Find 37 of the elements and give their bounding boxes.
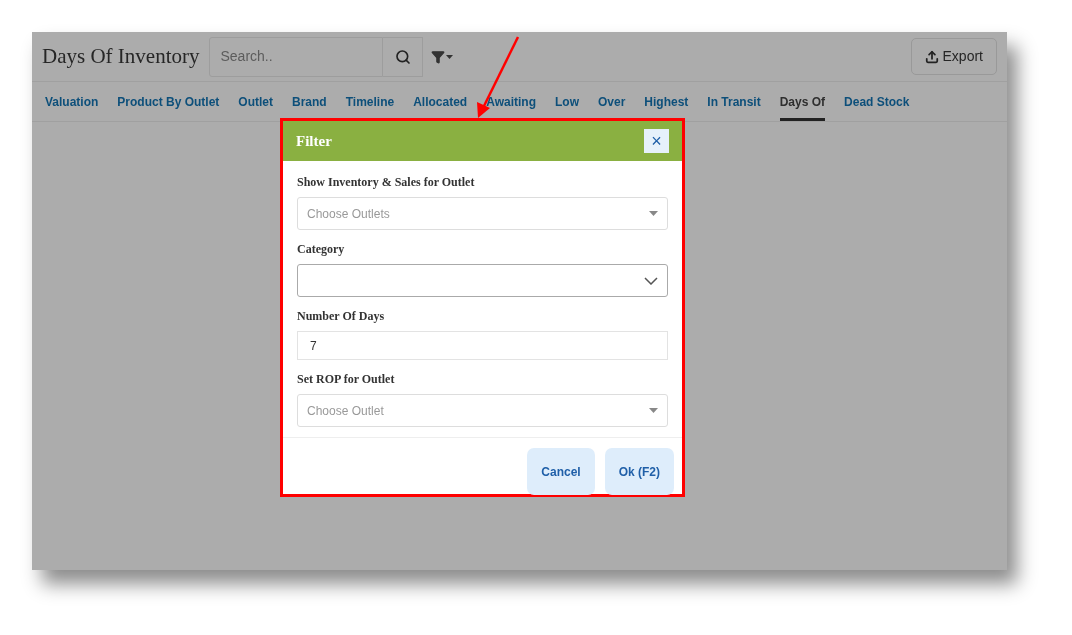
chevron-icon: [644, 276, 658, 285]
caret-icon: [446, 54, 454, 59]
page-title: Days Of Inventory: [42, 42, 200, 70]
tab[interactable]: Allocated: [413, 82, 468, 121]
close-button[interactable]: ×: [644, 129, 669, 153]
tab[interactable]: Highest: [644, 82, 689, 121]
tab[interactable]: Over: [597, 82, 626, 121]
dropdown-field[interactable]: [297, 264, 668, 297]
select-field[interactable]: Choose Outlets: [297, 197, 668, 230]
search-field[interactable]: Search..: [209, 36, 384, 77]
tab[interactable]: Brand: [292, 82, 327, 121]
caret-icon: [649, 211, 658, 216]
tab[interactable]: Outlet: [238, 82, 274, 121]
filter-button[interactable]: [431, 49, 454, 64]
field-label: Number Of Days: [297, 308, 385, 325]
filter-icon: [431, 49, 446, 64]
caret-icon: [649, 408, 658, 413]
upload-icon: [924, 49, 939, 64]
tab[interactable]: Valuation: [45, 82, 99, 121]
dialog-title: Filter: [296, 131, 332, 151]
input-field[interactable]: 7: [297, 331, 668, 360]
select-field[interactable]: Choose Outlet: [297, 394, 668, 427]
tab[interactable]: Awaiting: [486, 82, 536, 121]
search-icon: [394, 48, 411, 65]
export-button[interactable]: Export: [910, 38, 997, 75]
tab[interactable]: In Transit: [707, 82, 761, 121]
tab[interactable]: Product By Outlet: [117, 82, 220, 121]
tab[interactable]: Low: [554, 82, 579, 121]
field-label: Set ROP for Outlet: [297, 371, 395, 388]
tab[interactable]: Days Of: [779, 82, 826, 121]
field-label: Show Inventory & Sales for Outlet: [297, 174, 475, 191]
tab[interactable]: Dead Stock: [844, 82, 910, 121]
search-button[interactable]: [383, 36, 424, 77]
field-label: Category: [297, 241, 345, 258]
cancel-button[interactable]: Cancel: [527, 448, 595, 495]
tab[interactable]: Timeline: [345, 82, 395, 121]
ok-button[interactable]: Ok (F2): [604, 448, 674, 495]
